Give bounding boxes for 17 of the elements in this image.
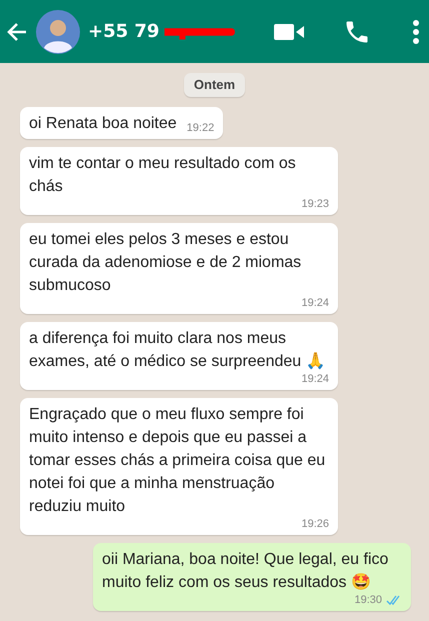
message-text: eu tomei eles pelos 3 meses e estou curada da adenomiose e de 2 miomas submucoso bbox=[29, 230, 302, 296]
message-time: 19:26 bbox=[301, 518, 329, 531]
avatar[interactable] bbox=[36, 10, 80, 54]
menu-icon[interactable] bbox=[411, 18, 421, 44]
message-time: 19:23 bbox=[301, 198, 329, 211]
back-icon[interactable] bbox=[6, 20, 28, 42]
message-text: vim te contar o meu resultado com os chás bbox=[29, 154, 297, 197]
message-text: Engraçado que o meu fluxo sempre foi muito intenso e depois que eu passei a tomar esses chás a primeira coisa que eu notei foi que a minha menstruação reduziu muito bbox=[29, 405, 326, 517]
message-time: 19:24 bbox=[301, 297, 329, 310]
message-text: oii Mariana, boa noite! Que legal, eu fico muito feliz com os seus resultados 🤩 bbox=[102, 550, 390, 593]
message-time: 19:30 bbox=[354, 594, 382, 607]
message-text: a diferença foi muito clara nos meus exames, até o médico se surpreendeu 🙏 bbox=[29, 329, 327, 372]
contact-number: +55 79 bbox=[88, 21, 160, 42]
date-chip: Ontem bbox=[184, 73, 246, 97]
message-time: 19:22 bbox=[186, 122, 214, 135]
message-text: oi Renata boa noitee bbox=[29, 114, 177, 134]
message-time: 19:24 bbox=[301, 373, 329, 386]
